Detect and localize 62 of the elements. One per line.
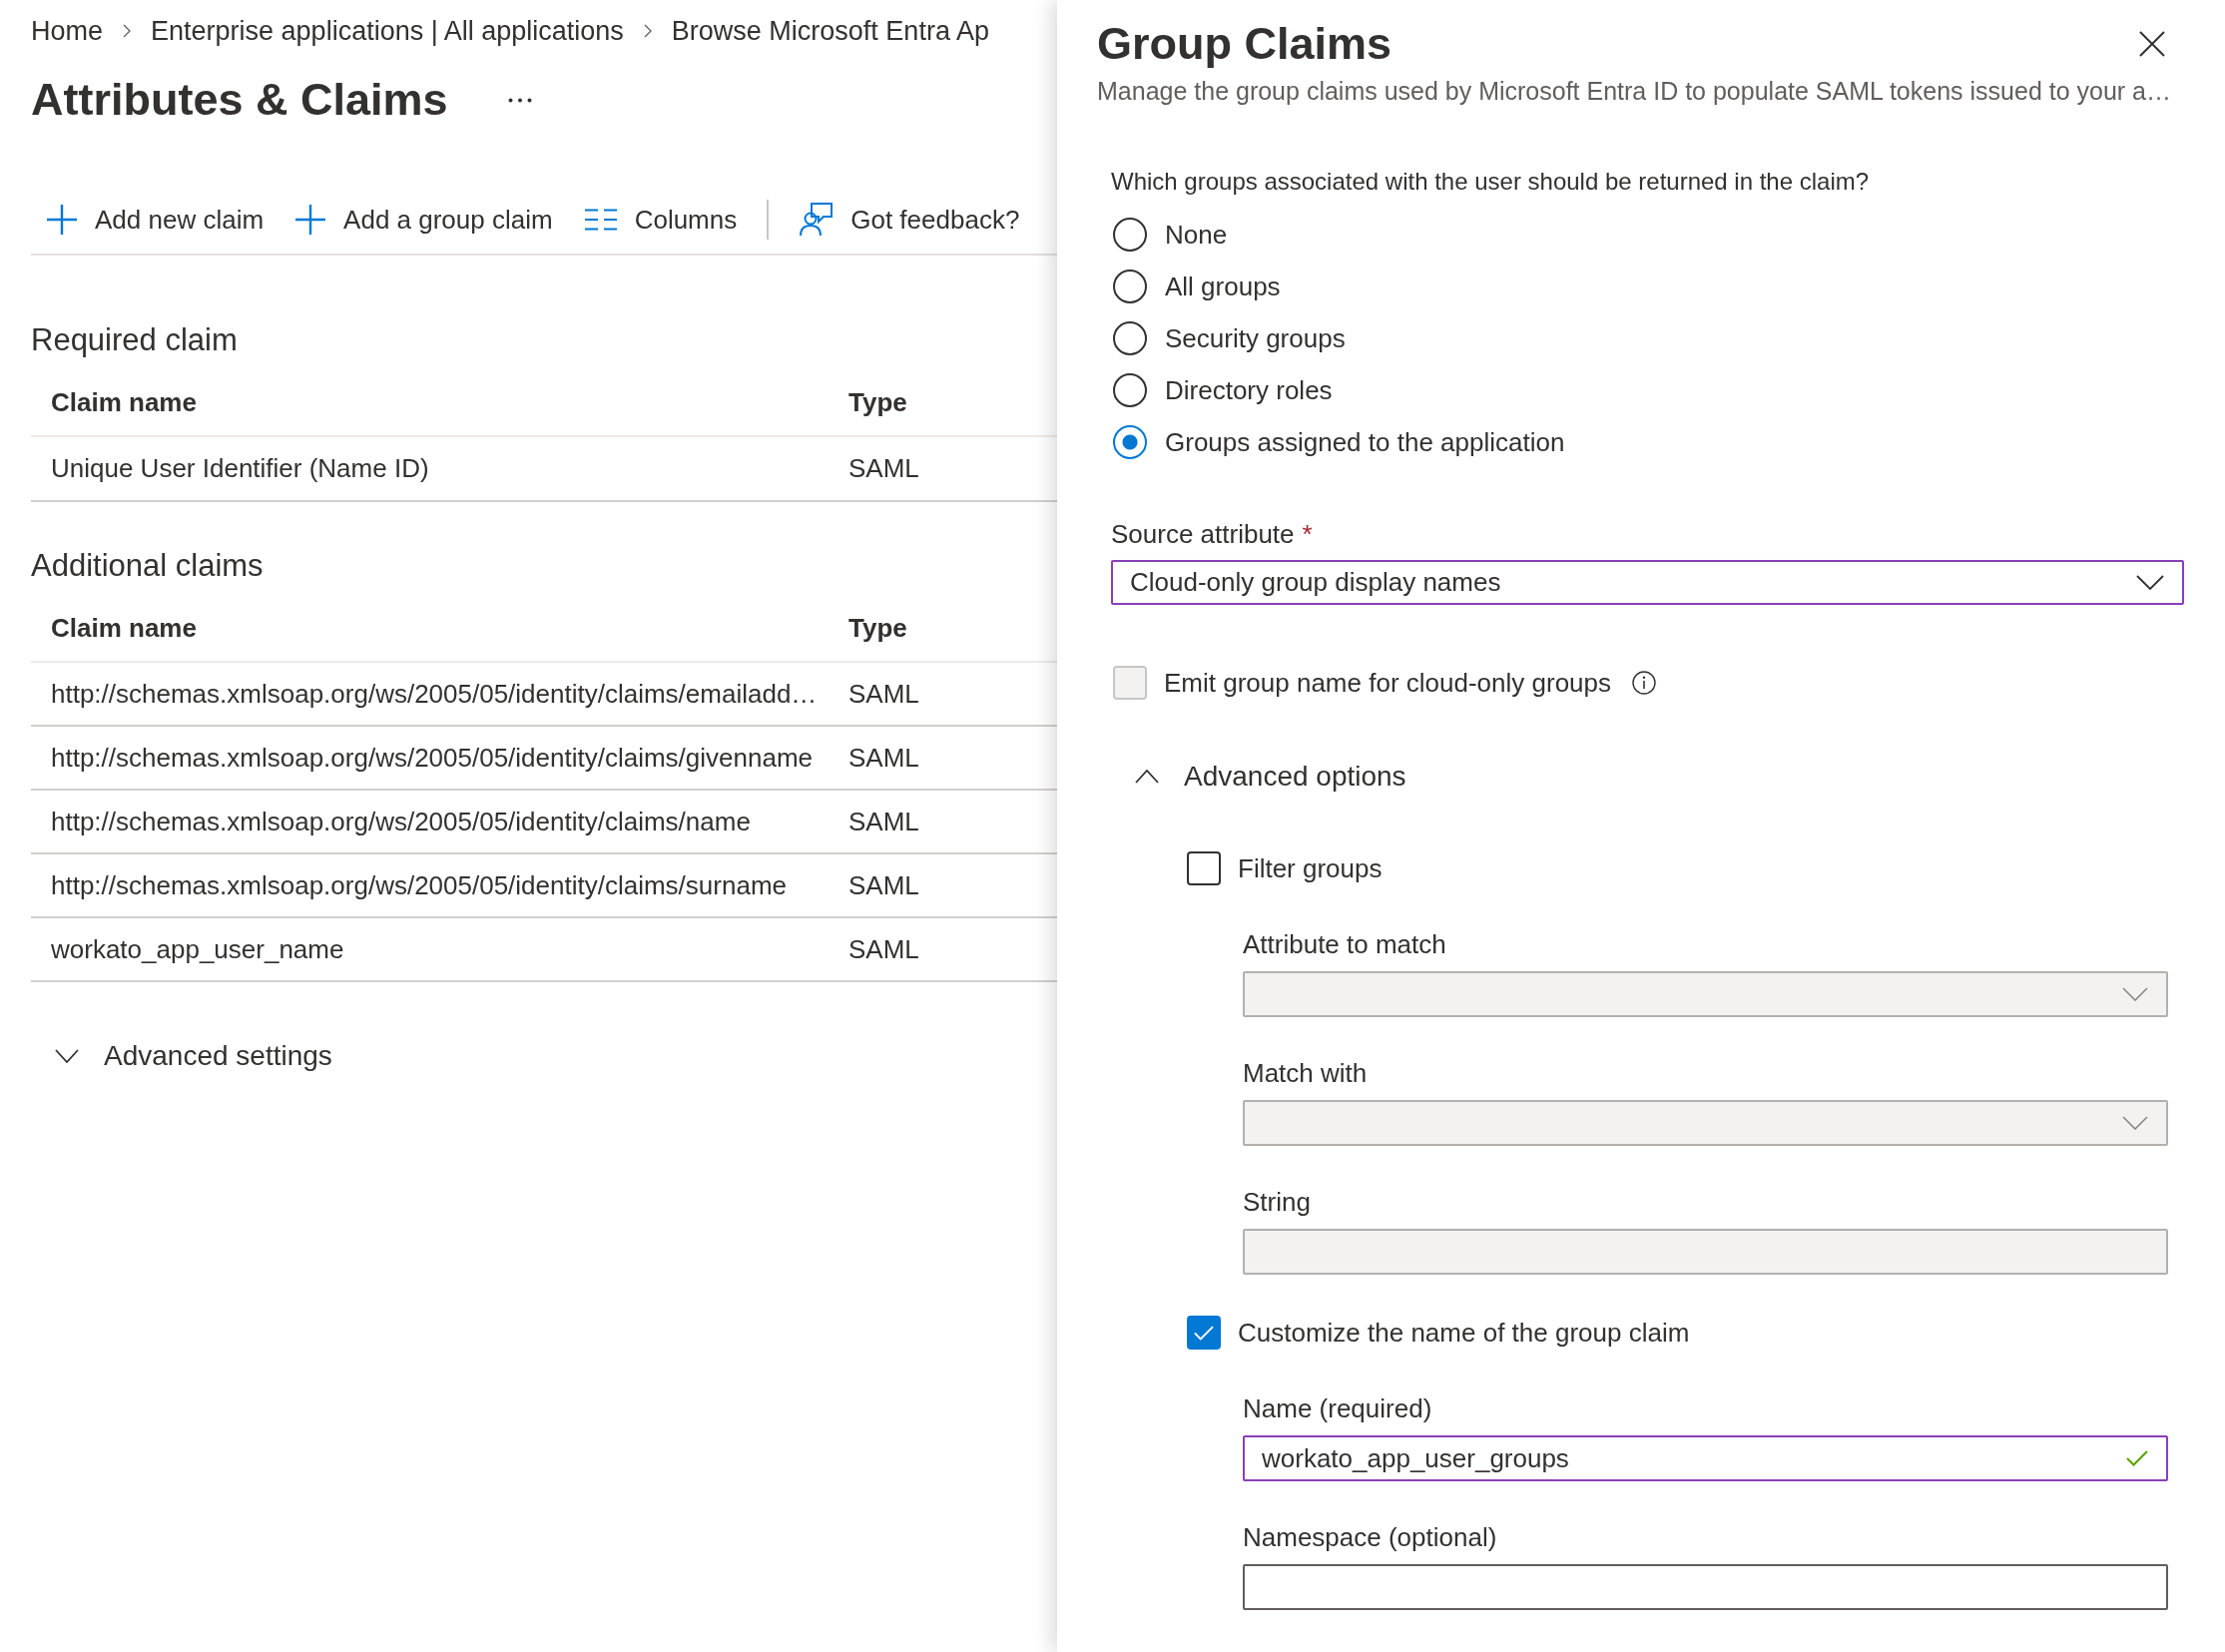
radio-button[interactable] — [1113, 218, 1147, 252]
columns-icon — [584, 209, 617, 231]
checkbox-label: Emit group name for cloud-only groups — [1164, 667, 1611, 699]
checkbox[interactable] — [1187, 851, 1221, 885]
input-field[interactable]: workato_app_user_groups — [1243, 1435, 2168, 1481]
person-speech-bubble-icon — [799, 203, 834, 237]
question-text: Which groups associated with the user should be returned in the claim? — [1111, 167, 1870, 197]
info-icon — [1632, 671, 1656, 695]
radio-button[interactable] — [1113, 425, 1147, 459]
chevron-down-icon — [2136, 575, 2164, 590]
radio-label: Security groups — [1165, 322, 1346, 354]
breadcrumb-link[interactable]: Home — [31, 15, 104, 47]
column-header: Claim name — [31, 369, 829, 437]
check-icon — [1194, 1325, 1214, 1341]
table-cell: http://schemas.xmlsoap.org/ws/2005/05/identity/claims/givenname — [31, 727, 829, 791]
close-icon — [2139, 31, 2165, 57]
dropdown[interactable]: Cloud-only group display names — [1111, 560, 2184, 605]
toolbar-button[interactable]: Got feedback? — [783, 186, 1036, 254]
expander-button[interactable]: Advanced settings — [31, 1032, 332, 1080]
toolbar-button[interactable]: Add new claim — [31, 186, 280, 254]
chevron-right-icon — [123, 24, 132, 38]
panel-title: Group Claims — [1097, 17, 1392, 71]
radio-label: All groups — [1165, 271, 1281, 302]
table-cell: http://schemas.xmlsoap.org/ws/2005/05/identity/claims/name — [31, 791, 829, 854]
checkbox-label: Filter groups — [1238, 852, 1383, 884]
field-label: String — [1243, 1186, 1311, 1218]
radio-button[interactable] — [1113, 270, 1147, 303]
required-mark: * — [1302, 518, 1313, 550]
plus-icon — [47, 205, 77, 235]
radio-button[interactable] — [1113, 373, 1147, 407]
table-cell: http://schemas.xmlsoap.org/ws/2005/05/identity/claims/surname — [31, 854, 829, 918]
field-label: Match with — [1243, 1057, 1368, 1089]
toolbar-button[interactable]: Add a group claim — [279, 186, 569, 254]
check-icon — [2126, 1450, 2148, 1466]
table-cell: http://schemas.xmlsoap.org/ws/2005/05/identity/claims/emailadd… — [31, 663, 829, 727]
section-heading: Additional claims — [31, 547, 265, 585]
input-field[interactable] — [1243, 1564, 2168, 1610]
breadcrumb-link[interactable]: Browse Microsoft Entra Ap — [671, 15, 989, 47]
table-cell: workato_app_user_name — [31, 918, 829, 982]
chevron-down-icon — [2122, 1116, 2148, 1130]
radio-label: Groups assigned to the application — [1165, 426, 1565, 458]
checkbox-label: Customize the name of the group claim — [1238, 1317, 1690, 1349]
radio-button[interactable] — [1113, 321, 1147, 355]
expander-button[interactable]: Advanced options — [1111, 753, 1406, 801]
chevron-down-icon — [2122, 987, 2148, 1001]
chevron-right-icon — [643, 24, 652, 38]
column-header: Claim name — [31, 595, 829, 663]
more-icon — [507, 97, 532, 103]
field-label: Namespace (optional) — [1243, 1521, 1497, 1553]
field-label: Name (required) — [1243, 1392, 1432, 1424]
section-heading: Required claim — [31, 321, 239, 359]
plus-icon — [295, 205, 326, 235]
table-cell: Unique User Identifier (Name ID) — [31, 437, 829, 502]
panel-description: Manage the group claims used by Microsoft Entra ID to populate SAML tokens issued to your a… — [1097, 76, 2171, 107]
checkbox[interactable] — [1187, 1316, 1221, 1350]
field-label: Source attribute — [1111, 518, 1295, 550]
toolbar-button[interactable]: Columns — [568, 186, 754, 254]
radio-label: None — [1165, 219, 1228, 251]
page-title: Attributes & Claims — [31, 73, 448, 127]
field-label: Attribute to match — [1243, 928, 1446, 960]
breadcrumb-link[interactable]: Enterprise applications | All applications — [151, 15, 624, 47]
radio-label: Directory roles — [1165, 374, 1333, 406]
